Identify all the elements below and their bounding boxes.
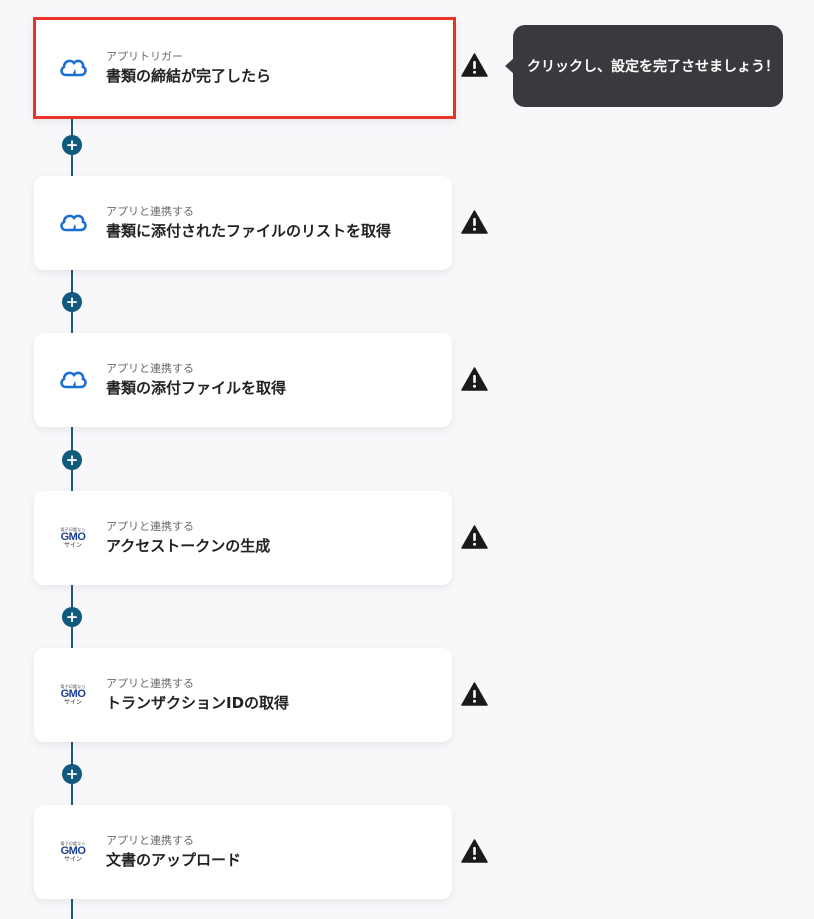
flow-step-6[interactable]: 電子印鑑なら GMO サイン アプリと連携する 文書のアップロード	[34, 805, 452, 899]
flow-step-3[interactable]: アプリと連携する 書類の添付ファイルを取得	[34, 333, 452, 427]
warning-icon[interactable]	[461, 367, 488, 391]
plus-icon: +	[65, 764, 79, 783]
flow-step-4[interactable]: 電子印鑑なら GMO サイン アプリと連携する アクセストークンの生成	[34, 491, 452, 585]
gmo-sign-logo: 電子印鑑なら GMO サイン	[60, 840, 86, 863]
add-step-button[interactable]: +	[62, 135, 82, 155]
add-step-button[interactable]: +	[62, 292, 82, 312]
step-kind-label: アプリと連携する	[106, 834, 194, 847]
gmo-sign-logo: 電子印鑑なら GMO サイン	[60, 526, 86, 549]
step-kind-label: アプリと連携する	[106, 362, 194, 375]
warning-icon[interactable]	[461, 210, 488, 234]
step-kind-label: アプリと連携する	[106, 677, 194, 690]
cloud-sign-icon	[58, 365, 88, 395]
warning-icon[interactable]	[461, 682, 488, 706]
step-title: 文書のアップロード	[106, 851, 242, 869]
warning-icon[interactable]	[461, 525, 488, 549]
plus-icon: +	[65, 135, 79, 154]
step-title: 書類の添付ファイルを取得	[106, 379, 287, 397]
warning-icon[interactable]	[461, 53, 488, 77]
add-step-button[interactable]: +	[62, 607, 82, 627]
step-title: アクセストークンの生成	[106, 537, 271, 555]
add-step-button[interactable]: +	[62, 450, 82, 470]
plus-icon: +	[65, 292, 79, 311]
step-kind-label: アプリと連携する	[106, 205, 194, 218]
flow-step-2[interactable]: アプリと連携する 書類に添付されたファイルのリストを取得	[34, 176, 452, 270]
step-title: トランザクションIDの取得	[106, 694, 290, 712]
step-title: 書類の締結が完了したら	[106, 67, 272, 85]
plus-icon: +	[65, 607, 79, 626]
flow-step-trigger[interactable]: アプリトリガー 書類の締結が完了したら	[33, 17, 456, 119]
tooltip-text: クリックし、設定を完了させましょう！	[527, 59, 779, 75]
cloud-sign-icon	[58, 208, 88, 238]
gmo-sign-logo: 電子印鑑なら GMO サイン	[60, 683, 86, 706]
flow-step-5[interactable]: 電子印鑑なら GMO サイン アプリと連携する トランザクションIDの取得	[34, 648, 452, 742]
warning-icon[interactable]	[461, 839, 488, 863]
step-title: 書類に添付されたファイルのリストを取得	[106, 222, 392, 240]
step-kind-label: アプリと連携する	[106, 520, 194, 533]
step-kind-label: アプリトリガー	[106, 50, 183, 63]
cloud-sign-icon	[58, 53, 88, 83]
setup-tooltip: クリックし、設定を完了させましょう！	[513, 25, 783, 107]
add-step-button[interactable]: +	[62, 764, 82, 784]
plus-icon: +	[65, 450, 79, 469]
